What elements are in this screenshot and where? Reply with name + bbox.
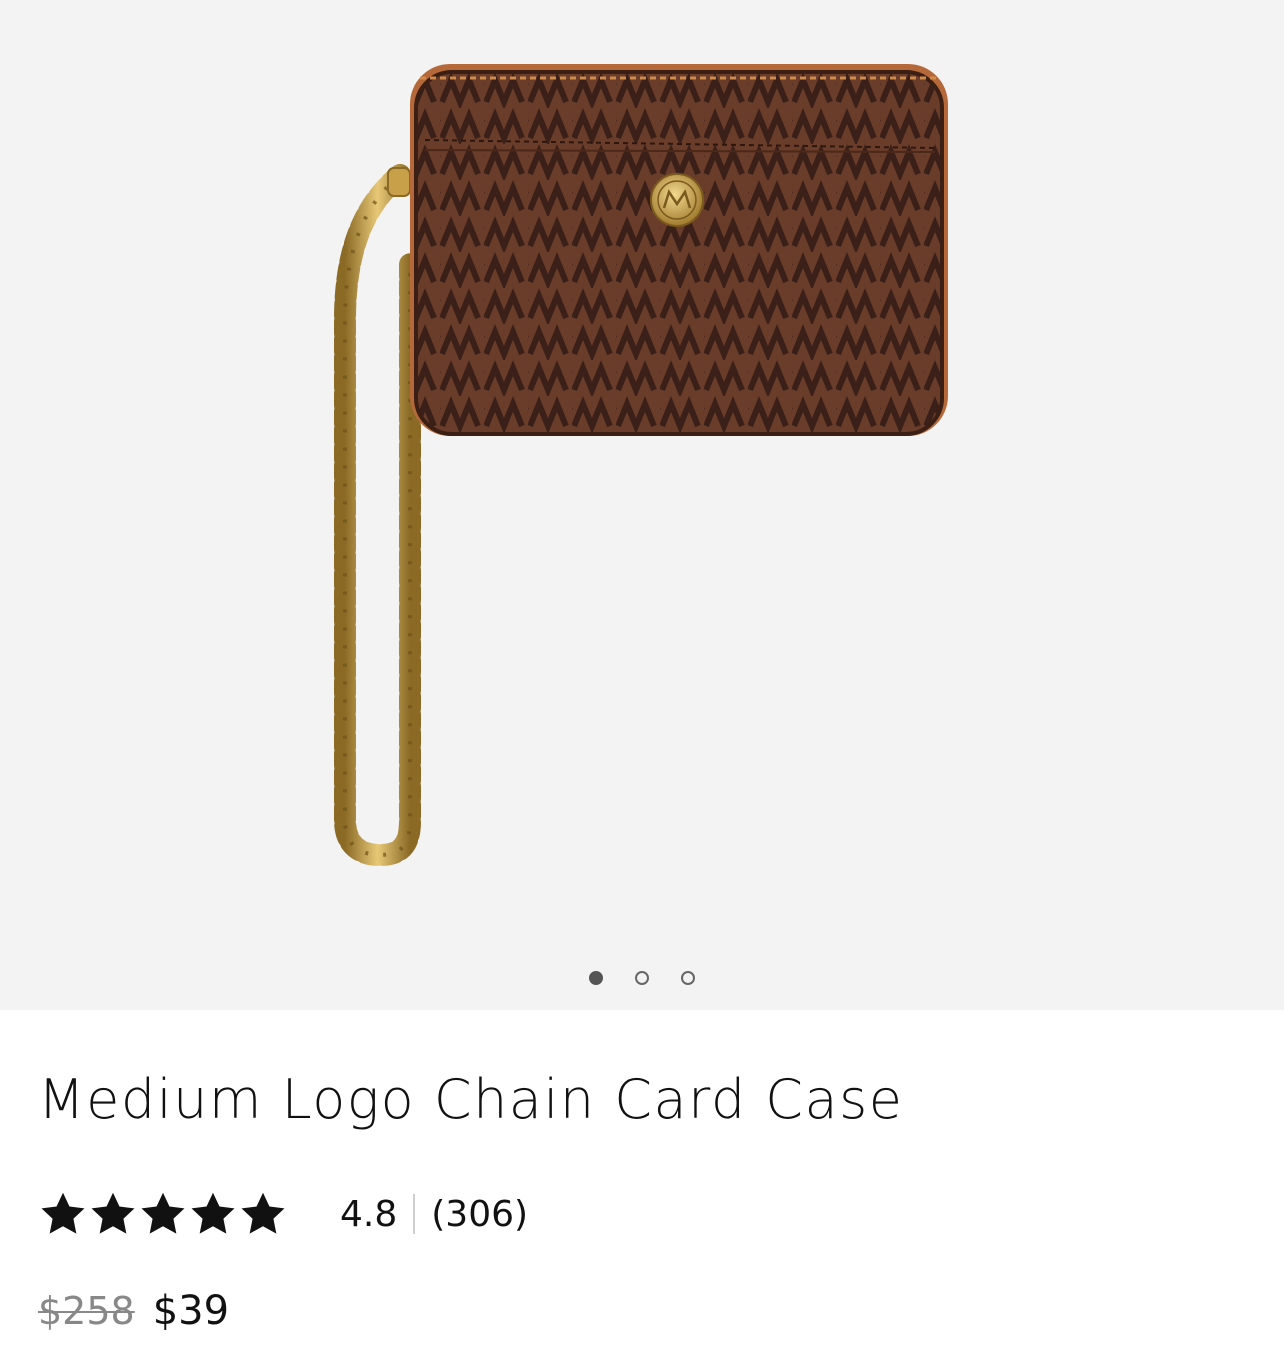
original-price: $258 bbox=[38, 1289, 135, 1333]
product-image-gallery[interactable] bbox=[0, 0, 1284, 1010]
star-icon bbox=[241, 1192, 285, 1234]
product-rating[interactable]: 4.8 (306) bbox=[38, 1186, 528, 1242]
star-icon bbox=[191, 1192, 235, 1234]
product-title: Medium Logo Chain Card Case bbox=[38, 1068, 904, 1131]
carousel-dot-2[interactable] bbox=[635, 971, 649, 985]
rating-divider bbox=[413, 1194, 416, 1234]
logo-medallion bbox=[650, 173, 704, 227]
chain-strap bbox=[334, 164, 421, 867]
product-image[interactable] bbox=[0, 0, 1284, 1010]
star-icon bbox=[141, 1192, 185, 1234]
rating-value: 4.8 bbox=[340, 1193, 398, 1235]
carousel-pagination bbox=[0, 968, 1284, 988]
star-icon bbox=[41, 1192, 85, 1234]
wallet-body bbox=[410, 64, 948, 436]
review-count-link[interactable]: (306) bbox=[431, 1194, 528, 1235]
carousel-dot-1[interactable] bbox=[589, 971, 603, 985]
carousel-dot-3[interactable] bbox=[681, 971, 695, 985]
price-block: $258 $39 bbox=[38, 1288, 229, 1334]
sale-price: $39 bbox=[152, 1288, 230, 1334]
rating-stars bbox=[38, 1189, 288, 1239]
star-icon bbox=[91, 1192, 135, 1234]
